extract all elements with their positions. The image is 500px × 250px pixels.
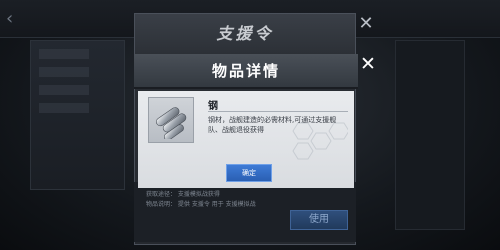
modal-title: 物品详情	[211, 62, 280, 80]
source-info: 获取途径： 支援模拟战获得	[146, 191, 220, 198]
game-screen: ‹ 支援令 ✕ 获取途径： 支援模拟战获得 物品说明： 提供 支援令 用于 支援…	[0, 0, 500, 250]
support-order-close-icon[interactable]: ✕	[356, 14, 376, 34]
panel-row	[39, 67, 89, 77]
item-description: 钢材，战舰建造的必需材料,可通过支援舰队、战舰退役获得	[208, 116, 337, 134]
panel-row	[39, 85, 89, 95]
modal-header: 物品详情	[134, 54, 358, 89]
panel-row	[39, 103, 89, 113]
modal-body: 钢 钢材，战舰建造的必需材料,可通过支援舰队、战舰退役获得 确定	[138, 91, 354, 188]
confirm-button[interactable]: 确定	[226, 164, 272, 182]
steel-ingot-icon	[156, 107, 187, 139]
back-arrow-icon[interactable]: ‹	[6, 8, 30, 30]
use-button[interactable]: 使用	[290, 210, 348, 230]
item-detail-modal: 物品详情 钢 钢材，战舰建造的必需材料,可通过支援舰队、战舰退役获得 确定	[134, 54, 358, 188]
modal-close-icon[interactable]: ✕	[358, 54, 378, 74]
panel-row	[39, 49, 89, 59]
support-order-title: 支援令	[216, 24, 274, 43]
right-panel	[395, 40, 465, 230]
item-info: 物品说明： 提供 支援令 用于 支援模拟战	[146, 201, 256, 208]
item-name: 钢	[208, 101, 218, 112]
item-name-divider	[208, 111, 348, 112]
left-panel	[30, 40, 125, 190]
item-icon-frame	[148, 97, 194, 143]
